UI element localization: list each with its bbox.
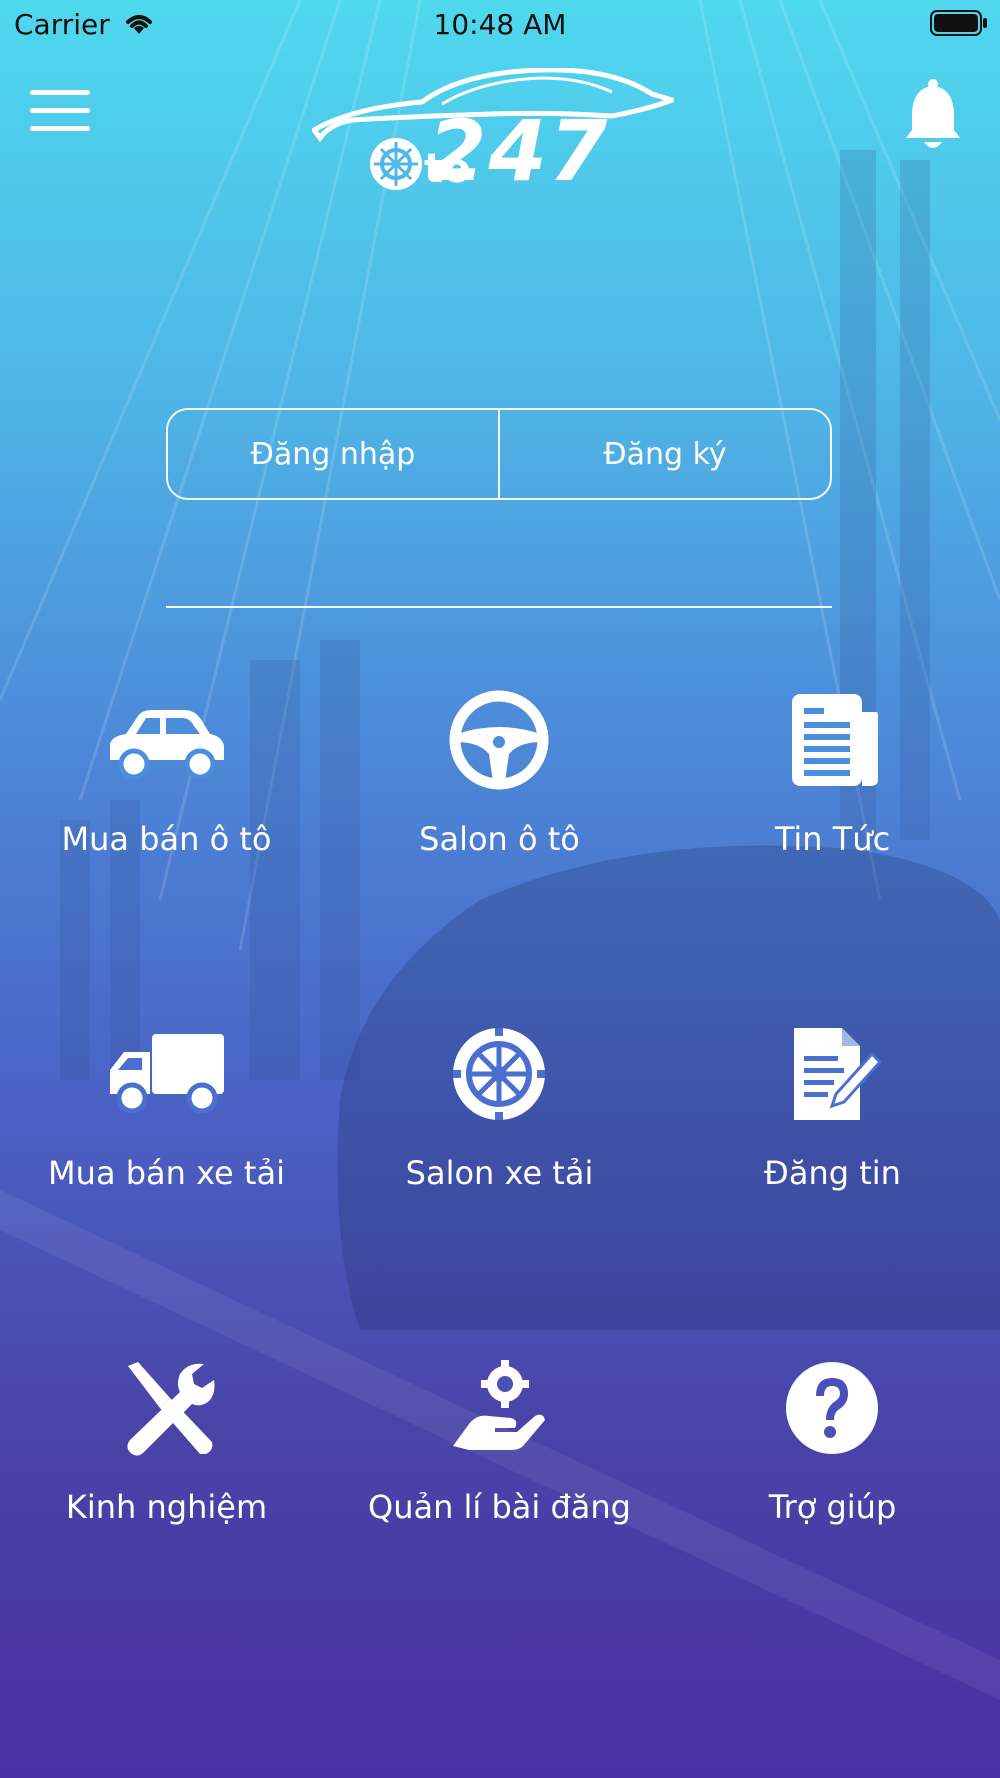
- status-bar: Carrier 10:48 AM: [0, 0, 1000, 50]
- truck-icon: [110, 1034, 224, 1114]
- menu-item-label: Quản lí bài đăng: [368, 1488, 631, 1526]
- menu-item-label: Mua bán ô tô: [61, 820, 272, 858]
- auth-segmented-control: Đăng nhập Đăng ký: [166, 408, 832, 500]
- wheel-icon: [453, 1028, 545, 1120]
- home-screen: Carrier 10:48 AM to 247 Đăng nhập Đăng k…: [0, 0, 1000, 1778]
- menu-item-post[interactable]: Đăng tin: [666, 1014, 999, 1274]
- menu-item-truck-salon[interactable]: Salon xe tải: [333, 1014, 666, 1274]
- menu-item-label: Tin Tức: [774, 820, 891, 858]
- steering-wheel-icon: [449, 690, 549, 790]
- divider-line: [166, 606, 832, 608]
- tools-icon: [127, 1362, 215, 1456]
- menu-item-experience[interactable]: Kinh nghiệm: [0, 1348, 333, 1608]
- menu-item-news[interactable]: Tin Tức: [666, 680, 999, 940]
- menu-item-buy-sell-car[interactable]: Mua bán ô tô: [0, 680, 333, 940]
- menu-item-manage-posts[interactable]: Quản lí bài đăng: [333, 1348, 666, 1608]
- menu-item-buy-sell-truck[interactable]: Mua bán xe tải: [0, 1014, 333, 1274]
- hamburger-menu-icon[interactable]: [28, 86, 92, 136]
- menu-item-label: Đăng tin: [764, 1154, 901, 1192]
- menu-item-car-salon[interactable]: Salon ô tô: [333, 680, 666, 940]
- help-icon: [786, 1362, 878, 1454]
- menu-item-label: Trợ giúp: [768, 1488, 897, 1526]
- clock: 10:48 AM: [433, 8, 567, 41]
- hand-gear-icon: [453, 1360, 545, 1450]
- menu-item-label: Salon xe tải: [405, 1154, 594, 1192]
- login-button[interactable]: Đăng nhập: [168, 410, 498, 498]
- car-icon: [110, 710, 224, 780]
- bell-icon[interactable]: [904, 78, 962, 152]
- menu-item-label: Kinh nghiệm: [65, 1488, 268, 1526]
- edit-document-icon: [794, 1028, 882, 1120]
- battery-icon: [930, 10, 987, 36]
- menu-item-help[interactable]: Trợ giúp: [666, 1348, 999, 1608]
- newspaper-icon: [792, 694, 878, 786]
- menu-item-label: Mua bán xe tải: [48, 1154, 285, 1192]
- register-button[interactable]: Đăng ký: [500, 410, 830, 498]
- menu-item-label: Salon ô tô: [419, 820, 580, 858]
- logo-text: 247: [428, 102, 610, 200]
